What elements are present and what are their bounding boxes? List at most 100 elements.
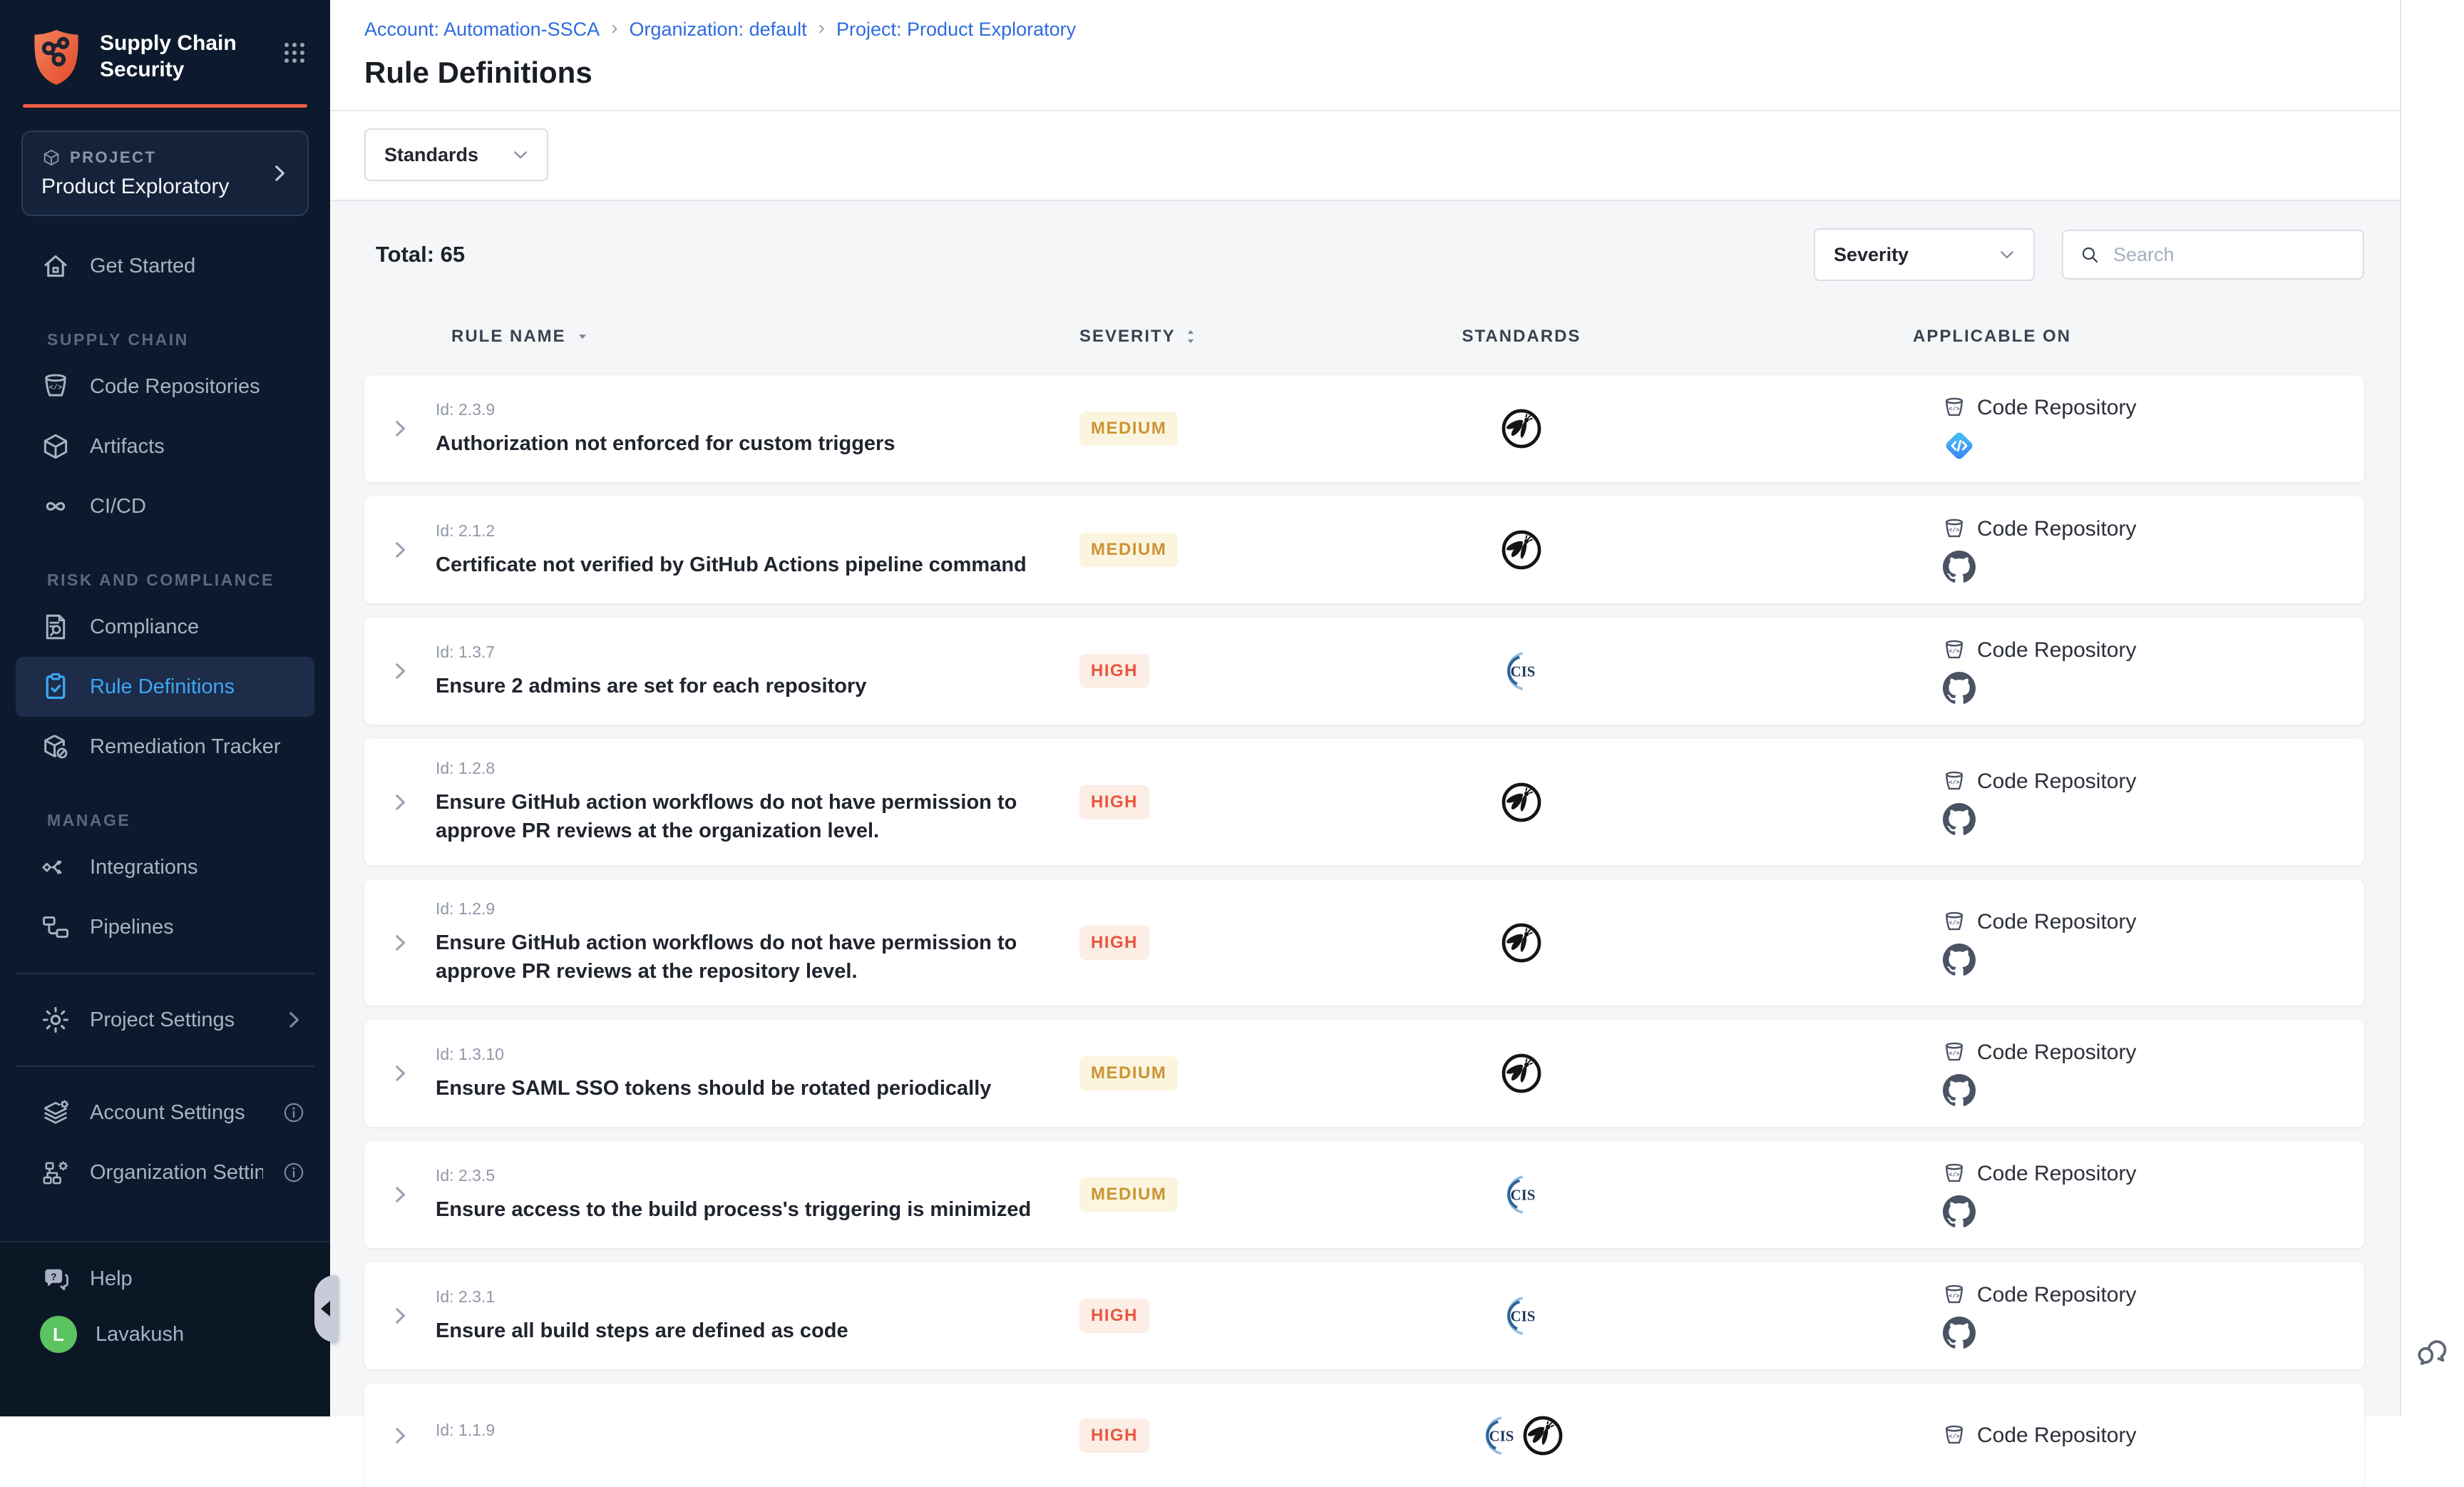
owasp-icon — [1498, 919, 1545, 966]
svg-text:</>: </> — [1949, 1050, 1959, 1057]
layers-gear-icon — [40, 1097, 71, 1128]
standards-filter-dropdown[interactable]: Standards — [364, 128, 548, 181]
column-header-severity[interactable]: SEVERITY — [1070, 327, 1348, 347]
sidebar-item-get-started[interactable]: Get Started — [0, 236, 330, 296]
rule-name: Certificate not verified by GitHub Actio… — [436, 551, 1070, 579]
github-icon — [1943, 1195, 1976, 1228]
project-selector[interactable]: PROJECT Product Exploratory — [21, 131, 309, 216]
brand-accent-bar — [23, 104, 307, 108]
sidebar-item-account-settings[interactable]: Account Settings — [0, 1083, 330, 1143]
rule-row[interactable]: Id: 2.3.9 Authorization not enforced for… — [364, 375, 2364, 482]
breadcrumb-account-link[interactable]: Account: Automation-SSCA — [364, 19, 600, 41]
chevron-down-icon — [1996, 244, 2018, 265]
rule-row[interactable]: Id: 1.2.9 Ensure GitHub action workflows… — [364, 879, 2364, 1006]
sidebar-collapse-handle[interactable] — [314, 1275, 339, 1342]
sort-arrows-icon — [1181, 327, 1200, 346]
svg-text:</>: </> — [49, 384, 62, 392]
standards-icons: CIS — [1348, 1171, 1695, 1218]
row-expand-chevron-icon[interactable] — [388, 1182, 412, 1207]
rule-row[interactable]: Id: 1.1.9 HIGH CIS </> Code Repository — [364, 1384, 2364, 1487]
breadcrumb-project-link[interactable]: Project: Product Exploratory — [836, 19, 1076, 41]
sidebar-item-help[interactable]: ? Help — [0, 1251, 330, 1307]
app-root: Supply Chain Security PROJECT Product Ex… — [0, 0, 2464, 1416]
sidebar-item-ci-cd[interactable]: CI/CD — [0, 476, 330, 536]
column-header-applicable-on: APPLICABLE ON — [1695, 327, 2364, 347]
infinity-icon — [40, 491, 71, 522]
breadcrumb-organization-link[interactable]: Organization: default — [630, 19, 807, 41]
github-icon — [1943, 672, 1976, 705]
support-chat-icon[interactable] — [2415, 1335, 2450, 1371]
module-switcher-grid-icon[interactable] — [280, 39, 309, 67]
chevron-down-icon — [510, 144, 531, 165]
sidebar-item-organization-settings[interactable]: Organization Settings — [0, 1143, 330, 1202]
sidebar-item-pipelines[interactable]: Pipelines — [0, 897, 330, 957]
rule-name: Ensure GitHub action workflows do not ha… — [436, 788, 1070, 845]
sidebar-settings: Project Settings Account Settings Organi… — [0, 990, 330, 1202]
clipboard-check-icon — [40, 671, 71, 702]
cis-icon: CIS — [1477, 1412, 1524, 1459]
row-expand-chevron-icon[interactable] — [388, 417, 412, 441]
severity-filter-dropdown[interactable]: Severity — [1814, 228, 2035, 281]
rule-id: Id: 1.2.8 — [436, 759, 1070, 778]
svg-text:CIS: CIS — [1511, 1186, 1536, 1203]
sidebar-section-header: SUPPLY CHAIN — [0, 330, 330, 349]
info-icon — [282, 1100, 306, 1125]
row-expand-chevron-icon[interactable] — [388, 1424, 412, 1448]
rule-id: Id: 2.3.5 — [436, 1166, 1070, 1185]
info-icon — [282, 1160, 306, 1185]
cis-icon: CIS — [1498, 648, 1545, 695]
sidebar-item-rule-definitions[interactable]: Rule Definitions — [16, 657, 314, 717]
sidebar-item-code-repositories[interactable]: </> Code Repositories — [0, 357, 330, 417]
box-icon — [40, 431, 71, 462]
repository-icon: </> — [1941, 516, 1967, 542]
repository-icon: </> — [1941, 1423, 1967, 1448]
standards-icons — [1348, 779, 1695, 826]
sidebar: Supply Chain Security PROJECT Product Ex… — [0, 0, 330, 1416]
rule-id: Id: 2.3.1 — [436, 1287, 1070, 1307]
repo-icon: </> — [40, 371, 71, 402]
right-rail — [2400, 0, 2464, 1416]
rule-row[interactable]: Id: 1.3.10 Ensure SAML SSO tokens should… — [364, 1020, 2364, 1127]
search-box[interactable] — [2062, 230, 2364, 280]
home-icon — [40, 250, 71, 282]
rule-id: Id: 1.1.9 — [436, 1421, 1070, 1440]
repository-icon: </> — [1941, 1282, 1967, 1308]
sidebar-item-integrations[interactable]: Integrations — [0, 837, 330, 897]
search-icon — [2079, 244, 2100, 265]
rule-row[interactable]: Id: 2.3.5 Ensure access to the build pro… — [364, 1141, 2364, 1248]
row-expand-chevron-icon[interactable] — [388, 1061, 412, 1085]
rule-row[interactable]: Id: 1.2.8 Ensure GitHub action workflows… — [364, 739, 2364, 865]
owasp-icon — [1498, 405, 1545, 452]
severity-badge: HIGH — [1079, 785, 1149, 819]
severity-badge: MEDIUM — [1079, 1177, 1178, 1212]
app-header: Supply Chain Security — [0, 0, 330, 87]
svg-text:</>: </> — [1949, 919, 1959, 926]
rule-row[interactable]: Id: 2.1.2 Certificate not verified by Gi… — [364, 496, 2364, 603]
sidebar-item-project-settings[interactable]: Project Settings — [0, 990, 330, 1050]
repository-icon: </> — [1941, 638, 1967, 663]
row-expand-chevron-icon[interactable] — [388, 538, 412, 562]
search-input[interactable] — [2112, 243, 2347, 267]
sidebar-item-remediation-tracker[interactable]: Remediation Tracker — [0, 717, 330, 777]
applicable-on-label: Code Repository — [1977, 1162, 2136, 1186]
cis-icon: CIS — [1498, 1171, 1545, 1218]
sidebar-item-artifacts[interactable]: Artifacts — [0, 417, 330, 476]
row-expand-chevron-icon[interactable] — [388, 931, 412, 955]
sidebar-footer: ? Help L Lavakush — [0, 1241, 330, 1416]
rule-row[interactable]: Id: 1.3.7 Ensure 2 admins are set for ea… — [364, 618, 2364, 725]
row-expand-chevron-icon[interactable] — [388, 1304, 412, 1328]
svg-text:?: ? — [51, 1271, 57, 1282]
svg-text:</>: </> — [1949, 648, 1959, 655]
page-header: Account: Automation-SSCA › Organization:… — [330, 0, 2400, 201]
row-expand-chevron-icon[interactable] — [388, 790, 412, 814]
rule-row[interactable]: Id: 2.3.1 Ensure all build steps are def… — [364, 1262, 2364, 1369]
column-header-rule-name[interactable]: RULE NAME — [436, 327, 1070, 347]
applicable-on-label: Code Repository — [1977, 910, 2136, 934]
rules-list: Id: 2.3.9 Authorization not enforced for… — [364, 375, 2364, 1487]
sidebar-item-compliance[interactable]: Compliance — [0, 597, 330, 657]
row-expand-chevron-icon[interactable] — [388, 659, 412, 683]
rule-name: Ensure all build steps are defined as co… — [436, 1317, 1070, 1345]
user-menu[interactable]: L Lavakush — [0, 1307, 330, 1362]
github-icon — [1943, 944, 1976, 976]
user-name: Lavakush — [96, 1323, 306, 1347]
